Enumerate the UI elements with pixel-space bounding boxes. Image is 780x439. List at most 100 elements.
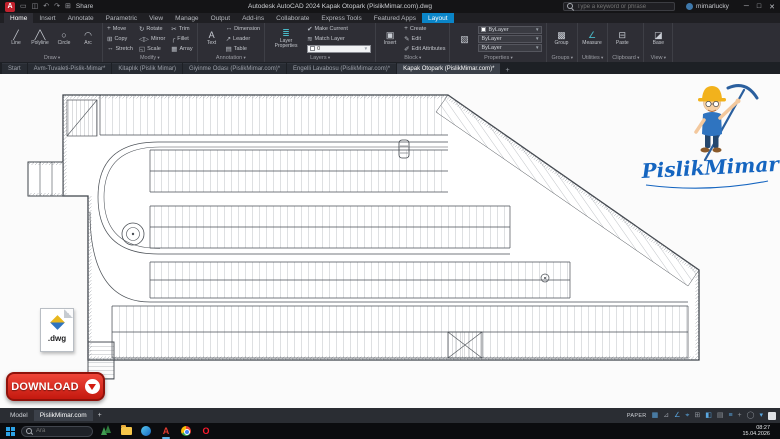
close-button[interactable]: ✕ bbox=[769, 3, 775, 11]
scale-tool[interactable]: ◱Scale bbox=[139, 44, 165, 53]
panel-utilities-label[interactable]: Utilities bbox=[582, 53, 603, 62]
base-view-tool[interactable]: ◪ Base bbox=[648, 24, 668, 53]
tab-featured-apps[interactable]: Featured Apps bbox=[368, 13, 422, 23]
file-tab-kitaplik[interactable]: Kitaplık (Pislik Mimar) bbox=[112, 63, 182, 74]
autocad-taskbar-icon[interactable]: A bbox=[159, 424, 173, 438]
file-tab-start[interactable]: Start bbox=[2, 63, 27, 74]
layer-properties-tool[interactable]: ≣ Layer Properties bbox=[269, 24, 303, 53]
panel-properties-label[interactable]: Properties bbox=[454, 53, 542, 62]
circle-tool[interactable]: ○ Circle bbox=[54, 24, 74, 53]
panel-draw-label[interactable]: Draw bbox=[6, 53, 98, 62]
trim-tool[interactable]: ✂Trim bbox=[171, 24, 192, 33]
customization-icon[interactable] bbox=[768, 412, 776, 420]
share-button[interactable]: Share bbox=[76, 3, 93, 10]
ortho-mode-icon[interactable]: ∠ bbox=[674, 408, 680, 423]
polar-tracking-icon[interactable]: ⊞ bbox=[694, 408, 700, 423]
selection-cycling-icon[interactable]: ≡ bbox=[728, 408, 732, 423]
polyline-tool[interactable]: ╱╲ Polyline bbox=[30, 24, 50, 53]
download-button[interactable]: DOWNLOAD bbox=[6, 372, 105, 401]
dwg-file-icon[interactable]: .dwg bbox=[40, 308, 74, 352]
tab-view[interactable]: View bbox=[143, 13, 169, 23]
drawing-canvas[interactable]: PislikMimar bbox=[0, 74, 780, 408]
edit-block-tool[interactable]: ✎Edit bbox=[404, 34, 445, 43]
create-block-tool[interactable]: +Create bbox=[404, 24, 445, 33]
file-tab-giyinme-odasi[interactable]: Giyinme Odası (PislikMimar.com)* bbox=[183, 63, 286, 74]
redo-icon[interactable]: ↷ bbox=[54, 0, 60, 13]
taskbar-search-input[interactable] bbox=[36, 428, 88, 434]
undo-icon[interactable]: ↶ bbox=[43, 0, 49, 13]
linetype-dropdown[interactable]: ByLayer ▼ bbox=[478, 35, 542, 43]
panel-annotation-label[interactable]: Annotation bbox=[202, 53, 260, 62]
autocad-app-icon[interactable]: A bbox=[5, 2, 15, 12]
paste-tool[interactable]: ⊟ Paste bbox=[612, 24, 632, 53]
make-current-tool[interactable]: ✔Make Current bbox=[307, 25, 371, 34]
lineweight-icon[interactable]: ◧ bbox=[705, 408, 712, 423]
isolate-objects-icon[interactable]: ◯ bbox=[747, 408, 755, 423]
panel-clipboard-label[interactable]: Clipboard bbox=[612, 53, 639, 62]
panel-layers-label[interactable]: Layers bbox=[269, 53, 371, 62]
panel-modify-label[interactable]: Modify bbox=[107, 53, 193, 62]
workspace-switching-icon[interactable]: ▾ bbox=[759, 408, 763, 423]
save-icon[interactable]: ◫ bbox=[32, 0, 39, 13]
fillet-tool[interactable]: ╭Fillet bbox=[171, 34, 192, 43]
annotation-scale-icon[interactable]: + bbox=[738, 408, 742, 423]
group-tool[interactable]: ▩ Group bbox=[551, 24, 571, 53]
start-button[interactable] bbox=[6, 427, 15, 436]
minimize-button[interactable]: ─ bbox=[744, 3, 749, 11]
layout-tab-pislikmimar[interactable]: PislikMimar.com bbox=[34, 410, 93, 421]
tab-express-tools[interactable]: Express Tools bbox=[315, 13, 367, 23]
new-layout-button[interactable]: + bbox=[93, 412, 107, 419]
new-drawing-tab-button[interactable]: + bbox=[501, 67, 513, 74]
grid-display-icon[interactable]: ▦ bbox=[652, 408, 659, 423]
panel-view-label[interactable]: View bbox=[648, 53, 668, 62]
dimension-tool[interactable]: ↔Dimension bbox=[226, 24, 260, 33]
snap-mode-icon[interactable]: ⊿ bbox=[663, 408, 669, 423]
panel-block-label[interactable]: Block bbox=[380, 53, 445, 62]
measure-tool[interactable]: ∠ Measure bbox=[582, 24, 602, 53]
mirror-tool[interactable]: ◁▷Mirror bbox=[139, 34, 165, 43]
edge-icon[interactable] bbox=[139, 424, 153, 438]
edit-attributes-tool[interactable]: ✐Edit Attributes bbox=[404, 44, 445, 53]
tab-addins[interactable]: Add-ins bbox=[236, 13, 270, 23]
leader-tool[interactable]: ↗Leader bbox=[226, 34, 260, 43]
tab-collaborate[interactable]: Collaborate bbox=[270, 13, 315, 23]
opera-icon[interactable]: O bbox=[199, 424, 213, 438]
signed-in-user[interactable]: mimarlucky bbox=[686, 3, 729, 10]
taskbar-clock[interactable]: 08:27 15.04.2026 bbox=[742, 425, 774, 438]
help-search-box[interactable] bbox=[563, 2, 675, 11]
object-snap-icon[interactable]: ⌖ bbox=[685, 408, 689, 423]
object-color-dropdown[interactable]: ByLayer ▼ bbox=[478, 26, 542, 34]
match-properties-tool[interactable]: ▧ bbox=[454, 24, 474, 53]
new-file-icon[interactable]: ▭ bbox=[20, 0, 27, 13]
tab-annotate[interactable]: Annotate bbox=[62, 13, 100, 23]
widgets-icon[interactable] bbox=[99, 424, 113, 438]
plot-icon[interactable]: ⊞ bbox=[65, 0, 71, 13]
table-tool[interactable]: ▤Table bbox=[226, 44, 260, 53]
maximize-button[interactable]: □ bbox=[757, 3, 761, 11]
match-layer-tool[interactable]: ≋Match Layer bbox=[307, 35, 371, 44]
file-explorer-icon[interactable] bbox=[119, 424, 133, 438]
taskbar-search[interactable] bbox=[21, 426, 93, 437]
paper-space-toggle[interactable]: PAPER bbox=[627, 413, 647, 419]
move-tool[interactable]: +Move bbox=[107, 24, 133, 33]
tab-layout[interactable]: Layout bbox=[422, 13, 454, 23]
rotate-tool[interactable]: ↻Rotate bbox=[139, 24, 165, 33]
tab-output[interactable]: Output bbox=[205, 13, 237, 23]
tab-insert[interactable]: Insert bbox=[33, 13, 61, 23]
text-tool[interactable]: A Text bbox=[202, 24, 222, 53]
layer-dropdown[interactable]: 0 ▼ bbox=[307, 45, 371, 53]
file-tab-kapak-otopark[interactable]: Kapak Otopark (PislikMimar.com)* bbox=[397, 63, 500, 74]
copy-tool[interactable]: ⊞Copy bbox=[107, 34, 133, 43]
array-tool[interactable]: ▦Array bbox=[171, 44, 192, 53]
panel-groups-label[interactable]: Groups bbox=[551, 53, 573, 62]
stretch-tool[interactable]: ↔Stretch bbox=[107, 44, 133, 53]
lineweight-dropdown[interactable]: ByLayer ▼ bbox=[478, 44, 542, 52]
arc-tool[interactable]: ◠ Arc bbox=[78, 24, 98, 53]
tab-parametric[interactable]: Parametric bbox=[100, 13, 143, 23]
file-tab-engelli-lavabosu[interactable]: Engelli Lavabosu (PislikMimar.com)* bbox=[287, 63, 396, 74]
insert-block-tool[interactable]: ▣ Insert bbox=[380, 24, 400, 53]
model-tab[interactable]: Model bbox=[4, 412, 34, 419]
line-tool[interactable]: ╱ Line bbox=[6, 24, 26, 53]
help-search-input[interactable] bbox=[577, 4, 671, 10]
file-tab-avm-tuvaleti[interactable]: Avm-Tuvaleti-Pislik-Mimar* bbox=[28, 63, 112, 74]
